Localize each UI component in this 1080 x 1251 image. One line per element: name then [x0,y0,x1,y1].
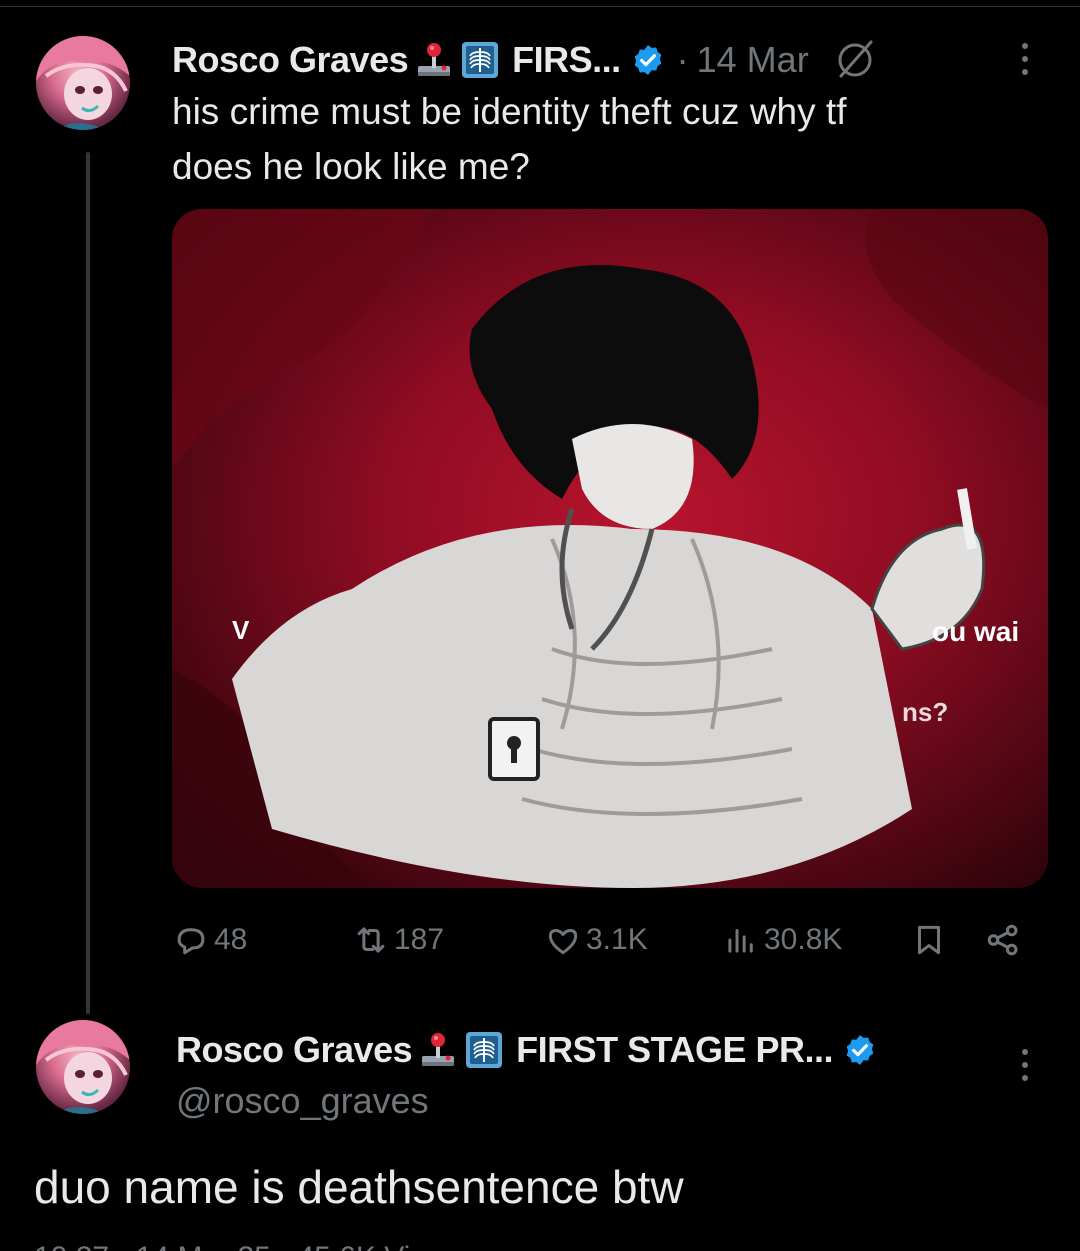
share-button[interactable] [984,915,1026,965]
x-ray-icon [460,40,500,80]
bookmark-button[interactable] [910,915,952,965]
tweet-media-image[interactable]: V ou wai ns? [172,209,1048,888]
grok-icon[interactable] [833,38,877,82]
reply-icon [177,928,205,955]
verified-badge-icon [631,43,665,77]
user-handle[interactable]: @rosco_graves [176,1080,429,1122]
tweet-timestamp-cut: 10:27 · 14 Mar 25 · 45.6K Views [34,1238,554,1251]
badge-text: FIRST STAGE PR... [516,1029,833,1070]
bookmark-icon [917,925,941,955]
retweet-button[interactable]: 187 [352,915,444,965]
views-count: 30.8K [764,923,843,956]
separator: · [676,39,689,80]
more-options-button[interactable] [1010,1040,1040,1090]
thread-line [86,152,90,1014]
like-button[interactable]: 3.1K [544,915,648,965]
reply-count: 48 [214,923,248,956]
media-overlay-text-left: V [232,615,250,645]
verified-badge-icon [843,1033,877,1067]
tweet-date[interactable]: 14 Mar [697,38,809,82]
tweet-header: Rosco Graves FIRS... · 14 Mar [172,38,877,82]
more-options-button[interactable] [1010,34,1040,84]
joystick-icon [414,40,454,80]
media-overlay-text-right: ou wai [932,616,1019,647]
display-name[interactable]: Rosco Graves [176,1028,413,1072]
tweet-text-line-1: his crime must be identity theft cuz why… [172,91,847,132]
tweet-actions: 48 187 3.1K 30.8K [172,915,1048,965]
views-button[interactable]: 30.8K [722,915,842,965]
joystick-icon [418,1030,458,1070]
like-count: 3.1K [586,923,648,956]
badge-text: FIRS... [512,39,621,80]
tweet-text-line-2: does he look like me? [172,146,530,187]
heart-icon [548,928,578,955]
retweet-count: 187 [394,923,445,956]
avatar[interactable] [36,1020,130,1114]
media-overlay-text-right-2: ns? [902,697,948,727]
views-icon [728,928,753,953]
tweet-text: duo name is deathsentence btw [34,1161,684,1213]
tweet-header: Rosco Graves FIRST STAGE PR... [176,1028,877,1072]
display-name[interactable]: Rosco Graves [172,38,409,82]
share-icon [987,924,1018,956]
reply-button[interactable]: 48 [172,915,247,965]
top-divider [0,6,1080,7]
avatar[interactable] [36,36,130,130]
x-ray-icon [464,1030,504,1070]
retweet-icon [357,927,385,953]
